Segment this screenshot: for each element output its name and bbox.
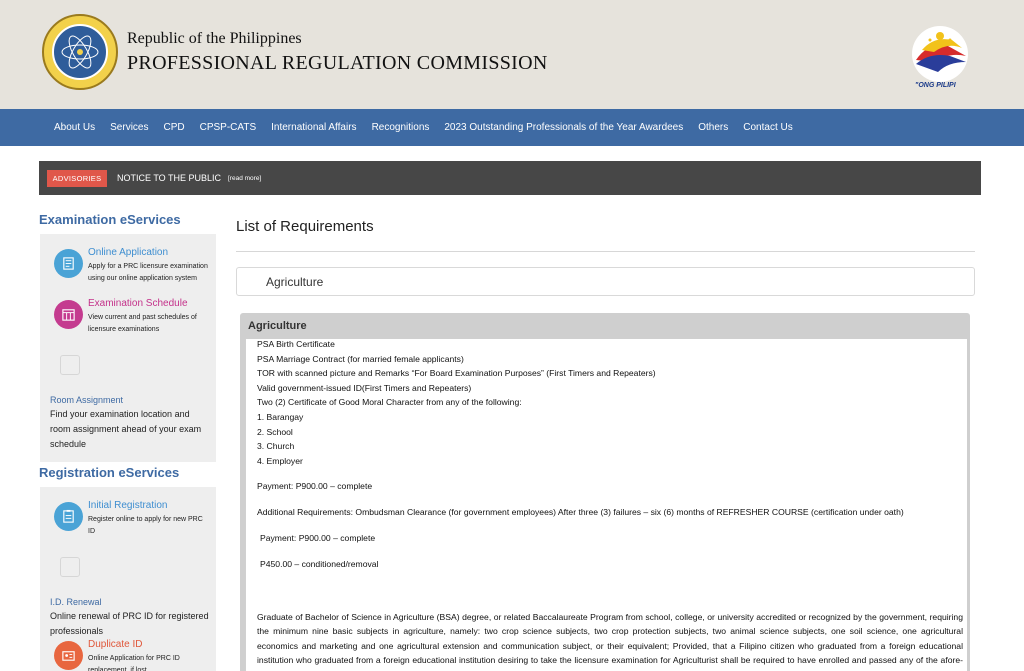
- nav-outstanding-professionals[interactable]: 2023 Outstanding Professionals of the Ye…: [444, 122, 683, 133]
- examination-schedule-link[interactable]: Examination Schedule: [88, 298, 188, 309]
- requirement-item: PSA Birth Certificate: [257, 339, 335, 349]
- requirements-body: PSA Birth Certificate PSA Marriage Contr…: [245, 339, 967, 671]
- advisory-notice-text[interactable]: NOTICE TO THE PUBLIC: [117, 173, 221, 183]
- page-title: List of Requirements: [236, 218, 374, 235]
- id-card-icon[interactable]: [54, 641, 83, 670]
- panel-heading: Agriculture: [248, 320, 307, 332]
- duplicate-id-desc: Online Application for PRC ID replacemen…: [88, 655, 180, 671]
- title-divider: [236, 251, 975, 252]
- nav-international-affairs[interactable]: International Affairs: [271, 122, 356, 133]
- id-renewal-link[interactable]: I.D. Renewal: [50, 597, 102, 607]
- room-assignment-icon[interactable]: [60, 355, 80, 375]
- initial-registration-link[interactable]: Initial Registration: [88, 500, 167, 511]
- duplicate-id-link[interactable]: Duplicate ID: [88, 639, 142, 650]
- online-application-icon[interactable]: [54, 249, 83, 278]
- nav-contact-us[interactable]: Contact Us: [743, 122, 792, 133]
- seal-emblem-icon: [61, 35, 99, 69]
- qualification-paragraph: Graduate of Bachelor of Science in Agric…: [257, 612, 963, 671]
- examination-eservices-heading: Examination eServices: [39, 212, 181, 227]
- prc-seal-logo[interactable]: [42, 14, 118, 90]
- clipboard-icon[interactable]: [54, 502, 83, 531]
- examination-eservices-box: Online Application Apply for a PRC licen…: [40, 234, 216, 462]
- nav-recognitions[interactable]: Recognitions: [372, 122, 430, 133]
- nav-others[interactable]: Others: [698, 122, 728, 133]
- online-application-link[interactable]: Online Application: [88, 247, 168, 258]
- main-navigation: About Us Services CPD CPSP-CATS Internat…: [0, 109, 1024, 146]
- calendar-icon[interactable]: [54, 300, 83, 329]
- requirement-item: TOR with scanned picture and Remarks “Fo…: [257, 368, 656, 379]
- nav-cpsp-cats[interactable]: CPSP-CATS: [200, 122, 257, 133]
- examination-schedule-desc: View current and past schedules of licen…: [88, 314, 197, 333]
- requirement-item: 1. Barangay: [257, 412, 304, 422]
- registration-eservices-heading: Registration eServices: [39, 465, 180, 480]
- id-renewal-desc: Online renewal of PRC ID for registered …: [50, 611, 209, 636]
- requirements-panel: Agriculture PSA Birth Certificate PSA Ma…: [240, 313, 970, 671]
- room-assignment-desc: Find your examination location and room …: [50, 409, 202, 449]
- requirement-item: Two (2) Certificate of Good Moral Charac…: [257, 397, 522, 408]
- initial-registration-desc: Register online to apply for new PRC ID: [88, 516, 203, 535]
- nav-cpd[interactable]: CPD: [164, 122, 185, 133]
- requirement-item: 4. Employer: [257, 455, 303, 466]
- payment-removal-text: P450.00 – conditioned/removal: [260, 559, 379, 569]
- requirement-item: PSA Marriage Contract (for married femal…: [257, 353, 464, 364]
- registration-eservices-box: Initial Registration Register online to …: [40, 487, 216, 671]
- nav-services[interactable]: Services: [110, 122, 148, 133]
- commission-title[interactable]: PROFESSIONAL REGULATION COMMISSION: [127, 52, 548, 75]
- payment-complete-text: Payment: P900.00 – complete: [260, 533, 376, 543]
- payment-complete-text: Payment: P900.00 – complete: [257, 481, 373, 491]
- site-header: Republic of the Philippines PROFESSIONAL…: [0, 0, 1024, 109]
- agriculture-accordion-toggle[interactable]: Agriculture: [236, 267, 975, 296]
- room-assignment-link[interactable]: Room Assignment: [50, 395, 123, 405]
- bagong-pilipinas-caption: "ONG PILIPI: [915, 82, 956, 89]
- requirement-item: 2. School: [257, 426, 293, 437]
- read-more-link[interactable]: [read more]: [228, 175, 261, 182]
- additional-requirements-text: Additional Requirements: Ombudsman Clear…: [257, 507, 904, 517]
- republic-title: Republic of the Philippines: [127, 30, 302, 47]
- nav-about-us[interactable]: About Us: [54, 122, 95, 133]
- requirement-item: 3. Church: [257, 441, 295, 452]
- accordion-label: Agriculture: [266, 275, 324, 289]
- advisory-bar: ADVISORIES NOTICE TO THE PUBLIC [read mo…: [39, 161, 981, 195]
- id-renewal-icon[interactable]: [60, 557, 80, 577]
- requirement-item: Valid government-issued ID(First Timers …: [257, 382, 472, 393]
- advisories-badge[interactable]: ADVISORIES: [47, 170, 107, 187]
- online-application-desc: Apply for a PRC licensure examination us…: [88, 263, 208, 282]
